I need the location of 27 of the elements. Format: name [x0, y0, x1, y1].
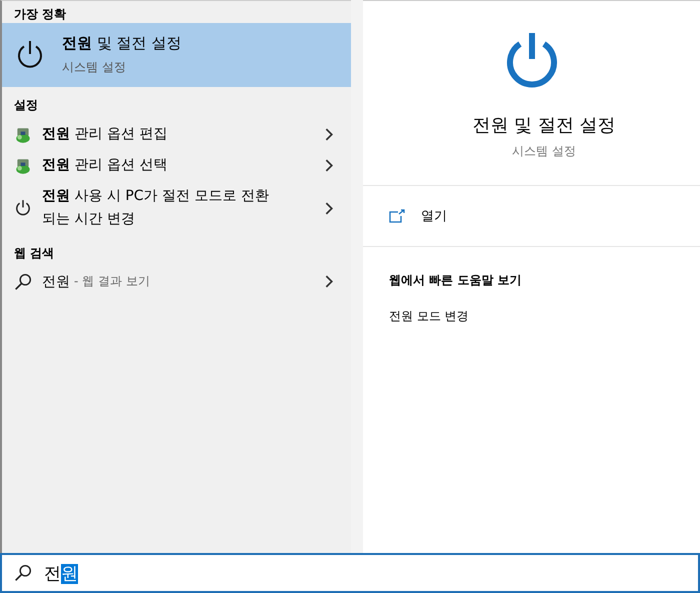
web-result-item[interactable]: 전원	[42, 272, 70, 290]
help-heading: 웹에서 빠른 도움말 보기	[388, 272, 523, 289]
preview-subtitle: 시스템 설정	[511, 143, 576, 160]
control-panel-icon	[14, 156, 32, 174]
search-icon	[14, 272, 32, 290]
section-heading: 가장 정확	[13, 6, 68, 23]
item-subtitle: 시스템 설정	[62, 59, 127, 76]
best-match-item[interactable]: 전원 및 절전 설정 시스템 설정	[2, 23, 351, 87]
result-item[interactable]: 전원 관리 옵션 편집	[42, 123, 314, 146]
section-heading: 웹 검색	[13, 245, 56, 262]
search-field[interactable]: 전 원	[0, 553, 700, 593]
chevron-icon	[324, 128, 333, 141]
chevron-icon	[324, 275, 333, 288]
result-item[interactable]: 전원 사용 시 PC가 절전 모드로 전환 되는 시간 변경	[42, 185, 314, 231]
section-heading: 설정	[13, 97, 39, 114]
item-title: 전원 및 절전 설정	[62, 34, 182, 53]
help-link[interactable]: 전원 모드 변경	[363, 289, 700, 325]
search-icon	[14, 564, 32, 582]
control-panel-icon	[14, 126, 32, 144]
open-link[interactable]: 열기	[421, 207, 447, 225]
chevron-icon	[324, 202, 333, 214]
web-result-hint: - 웹 결과 보기	[74, 273, 150, 290]
chevron-icon	[324, 159, 333, 172]
power-icon	[14, 199, 32, 217]
result-item[interactable]: 전원 관리 옵션 선택	[42, 154, 314, 177]
open-icon	[389, 209, 405, 223]
preview-title: 전원 및 절전 설정	[471, 114, 616, 137]
